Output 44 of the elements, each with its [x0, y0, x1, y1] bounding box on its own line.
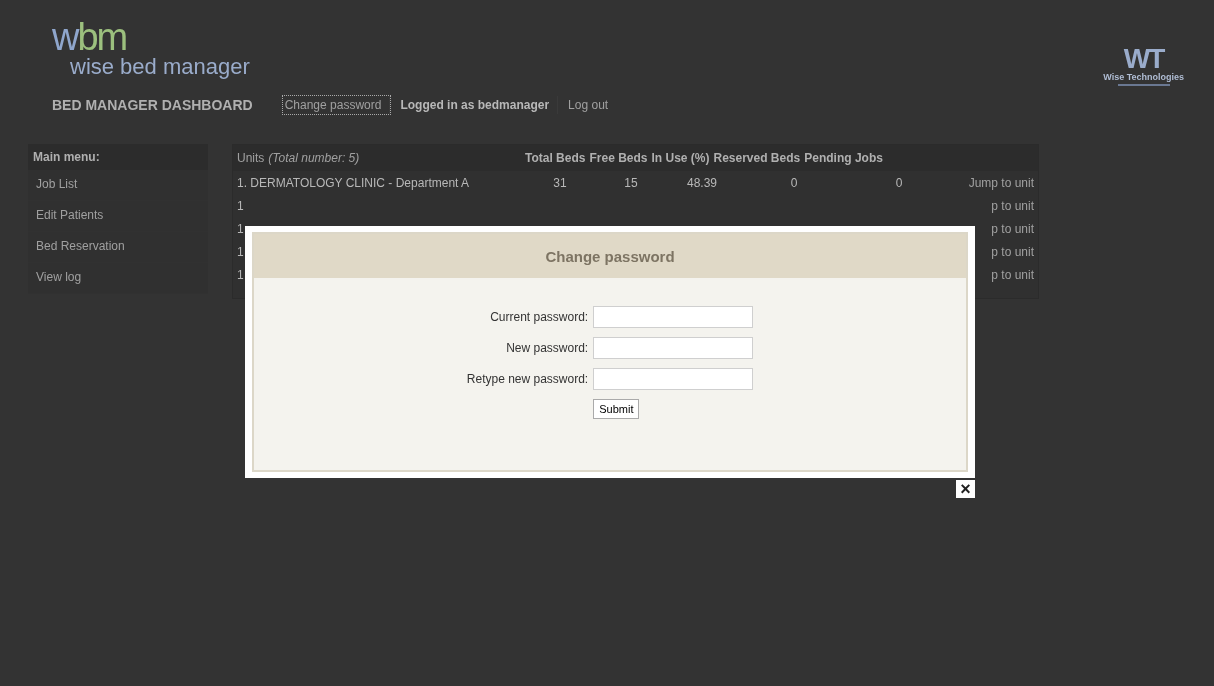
column-header: Free Beds	[588, 151, 649, 165]
login-status: Logged in as bedmanager	[398, 96, 559, 114]
jump-link[interactable]: p to unit	[991, 267, 1034, 282]
jump-link[interactable]: p to unit	[991, 198, 1034, 213]
table-cell-text: 1	[237, 221, 245, 236]
close-button[interactable]: ×	[956, 480, 975, 498]
partner-logo-name: Wise Technologies	[1103, 72, 1184, 82]
logo-name: wise bed manager	[70, 54, 250, 80]
field-label: New password:	[505, 341, 589, 355]
column-header: In Use (%)	[650, 151, 711, 165]
table-cell-text: 31	[552, 175, 568, 190]
menu-title: Main menu:	[28, 144, 208, 170]
jump-link[interactable]: p to unit	[991, 221, 1034, 236]
column-header: Pending Jobs	[803, 151, 884, 165]
jump-link[interactable]: p to unit	[991, 244, 1034, 259]
table-cell-text: 0	[789, 175, 799, 190]
dialog-title: Change password	[254, 234, 966, 278]
field-label: Retype new password:	[466, 372, 589, 386]
table-cell-text: 1	[237, 267, 245, 282]
menu-item[interactable]: Bed Reservation	[28, 232, 208, 263]
table-cell-text: 48.39	[686, 175, 718, 190]
column-header: Units (Total number: 5)	[237, 151, 361, 165]
menu-item[interactable]: Job List	[28, 170, 208, 201]
column-header: Total Beds	[524, 151, 587, 165]
table-cell-text: 1	[237, 244, 245, 259]
partner-logo-mark: WT	[1123, 46, 1164, 72]
nav-link[interactable]: Log out	[566, 96, 617, 114]
logo-mark: wbm	[52, 22, 128, 52]
table-cell-text: 15	[623, 175, 639, 190]
dashboard-title: BED MANAGER DASHBOARD	[52, 97, 253, 113]
jump-link[interactable]: Jump to unit	[968, 175, 1034, 190]
password-field[interactable]	[593, 306, 754, 328]
table-cell-text: 1	[237, 198, 245, 213]
menu-item[interactable]: View log	[28, 263, 208, 294]
submit-button[interactable]: Submit	[593, 399, 640, 419]
password-field[interactable]	[593, 337, 754, 359]
column-header: Reserved Beds	[712, 151, 802, 165]
menu-item[interactable]: Edit Patients	[28, 201, 208, 232]
password-field[interactable]	[593, 368, 754, 390]
nav-link[interactable]: Change password	[282, 96, 391, 114]
tagline-drawing	[1117, 84, 1170, 86]
table-cell-text: 0	[894, 175, 904, 190]
table-cell-text: 1. DERMATOLOGY CLINIC - Department A	[237, 175, 471, 190]
field-label: Current password:	[489, 310, 589, 324]
